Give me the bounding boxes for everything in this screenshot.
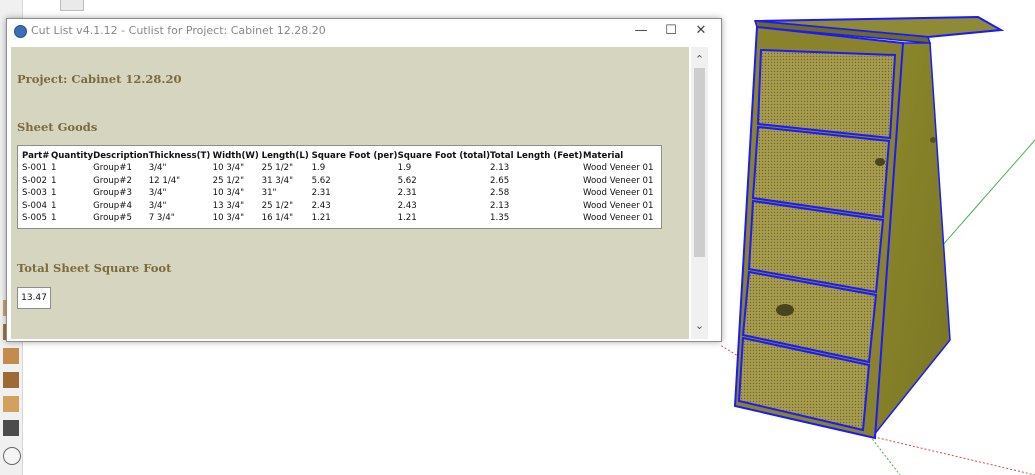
column-header: Part#	[22, 150, 50, 161]
table-row: S-004 1 Group#4 3/4" 13 3/4" 25 1/2" 2.43 2.43 2…	[22, 200, 661, 213]
table-cell: 1	[50, 213, 57, 224]
table-row: S-005 1 Group#5 7 3/4" 10 3/4" 16 1/4" 1.21 1.2…	[22, 212, 661, 225]
table-cell: 1.21	[311, 213, 331, 224]
table-cell: 1.35	[490, 213, 510, 224]
table-cell: Group#4	[93, 200, 132, 211]
window-edge	[710, 47, 720, 339]
column-header: Square Foot (total)	[397, 150, 491, 161]
column-header: Square Foot (per)	[311, 150, 398, 161]
table-cell: 1.21	[397, 213, 417, 224]
table-cell: 3/4"	[148, 163, 167, 174]
table-cell: 10 3/4"	[212, 213, 245, 224]
table-cell: 3/4"	[148, 200, 167, 211]
column-header: Description	[93, 150, 149, 161]
table-cell: 31 3/4"	[261, 175, 294, 186]
table-cell: S-002	[22, 175, 47, 186]
column-header: Total Length (Feet)	[490, 150, 583, 161]
table-cell: 2.31	[397, 188, 417, 199]
report-content: Project: Cabinet 12.28.20 Sheet Goods Pa…	[11, 47, 689, 339]
table-cell: S-005	[22, 213, 47, 224]
column-header: Width(W)	[212, 150, 259, 161]
parts-table: Part# Quantity Description Thickness(T) Widt…	[22, 149, 661, 225]
minimize-button[interactable]: —	[625, 19, 657, 43]
table-cell: 31"	[261, 188, 277, 199]
project-heading: Project: Cabinet 12.28.20	[17, 72, 182, 86]
table-cell: 1	[50, 175, 57, 186]
table-cell: 2.13	[490, 163, 510, 174]
app-icon	[14, 25, 27, 38]
column-header: Length(L)	[261, 150, 309, 161]
table-cell: 25 1/2"	[212, 175, 245, 186]
table-cell: 2.31	[311, 188, 331, 199]
drawer-front-1	[756, 48, 897, 140]
vertical-scrollbar[interactable]: ⌃ ⌄	[691, 47, 708, 339]
table-cell: S-001	[22, 163, 47, 174]
table-cell: S-004	[22, 200, 47, 211]
close-icon: ✕	[695, 23, 707, 38]
table-row: S-001 1 Group#1 3/4" 10 3/4" 25 1/2" 1.9 1.9 2.1…	[22, 162, 661, 175]
table-cell: 3/4"	[148, 188, 167, 199]
tool-icon[interactable]	[3, 396, 19, 412]
table-cell: Wood Veneer 01	[583, 175, 654, 186]
close-button[interactable]: ✕	[685, 19, 717, 43]
table-cell: 2.65	[490, 175, 510, 186]
table-cell: 2.13	[490, 200, 510, 211]
cabinet-model[interactable]	[725, 10, 1015, 450]
table-cell: 1	[50, 200, 57, 211]
maximize-button[interactable]: ☐	[655, 19, 687, 43]
column-header: Thickness(T)	[148, 150, 211, 161]
tool-icon[interactable]	[3, 447, 21, 465]
table-cell: 10 3/4"	[212, 163, 245, 174]
table-cell: 16 1/4"	[261, 213, 294, 224]
scroll-up-icon[interactable]: ⌃	[691, 51, 708, 68]
column-header: Material	[583, 150, 624, 161]
cutlist-window: Cut List v4.1.12 - Cutlist for Project: …	[6, 18, 722, 342]
table-cell: 25 1/2"	[261, 163, 294, 174]
table-row: S-002 1 Group#2 12 1/4" 25 1/2" 31 3/4" 5.62 5.…	[22, 175, 661, 188]
parts-table-box: Part# Quantity Description Thickness(T) Widt…	[17, 145, 662, 229]
table-cell: Group#3	[93, 188, 132, 199]
total-heading: Total Sheet Square Foot	[17, 261, 172, 275]
table-cell: Group#1	[93, 163, 132, 174]
maximize-icon: ☐	[665, 23, 677, 38]
table-cell: 2.58	[490, 188, 510, 199]
table-cell: Group#5	[93, 213, 132, 224]
table-row: S-003 1 Group#3 3/4" 10 3/4" 31" 2.31 2.31 2.58 W…	[22, 187, 661, 200]
table-cell: 2.43	[311, 200, 331, 211]
scroll-thumb[interactable]	[694, 68, 705, 257]
table-cell: 25 1/2"	[261, 200, 294, 211]
table-cell: S-003	[22, 188, 47, 199]
title-bar[interactable]: Cut List v4.1.12 - Cutlist for Project: …	[7, 19, 721, 43]
scroll-down-icon[interactable]: ⌄	[691, 317, 708, 334]
tool-icon[interactable]	[3, 372, 19, 388]
table-cell: Wood Veneer 01	[583, 213, 654, 224]
table-cell: 1	[50, 163, 57, 174]
column-header: Quantity	[50, 150, 94, 161]
table-cell: 1	[50, 188, 57, 199]
table-cell: 12 1/4"	[148, 175, 181, 186]
toolbar-tab[interactable]	[60, 0, 84, 11]
total-value: 13.47	[17, 287, 51, 309]
minimize-icon: —	[634, 23, 648, 38]
table-cell: 1.9	[311, 163, 326, 174]
table-header-row: Part# Quantity Description Thickness(T) Widt…	[22, 149, 661, 162]
sheet-goods-heading: Sheet Goods	[17, 120, 98, 134]
table-cell: 7 3/4"	[148, 213, 175, 224]
table-cell: 5.62	[397, 175, 417, 186]
table-cell: Wood Veneer 01	[583, 200, 654, 211]
table-cell: 13 3/4"	[212, 200, 245, 211]
table-cell: 2.43	[397, 200, 417, 211]
table-cell: 10 3/4"	[212, 188, 245, 199]
table-cell: 1.9	[397, 163, 412, 174]
table-cell: 5.62	[311, 175, 331, 186]
table-cell: Wood Veneer 01	[583, 188, 654, 199]
tool-icon[interactable]	[3, 420, 19, 436]
tool-icon[interactable]	[3, 348, 19, 364]
window-title: Cut List v4.1.12 - Cutlist for Project: …	[31, 24, 326, 37]
table-cell: Wood Veneer 01	[583, 163, 654, 174]
table-cell: Group#2	[93, 175, 132, 186]
